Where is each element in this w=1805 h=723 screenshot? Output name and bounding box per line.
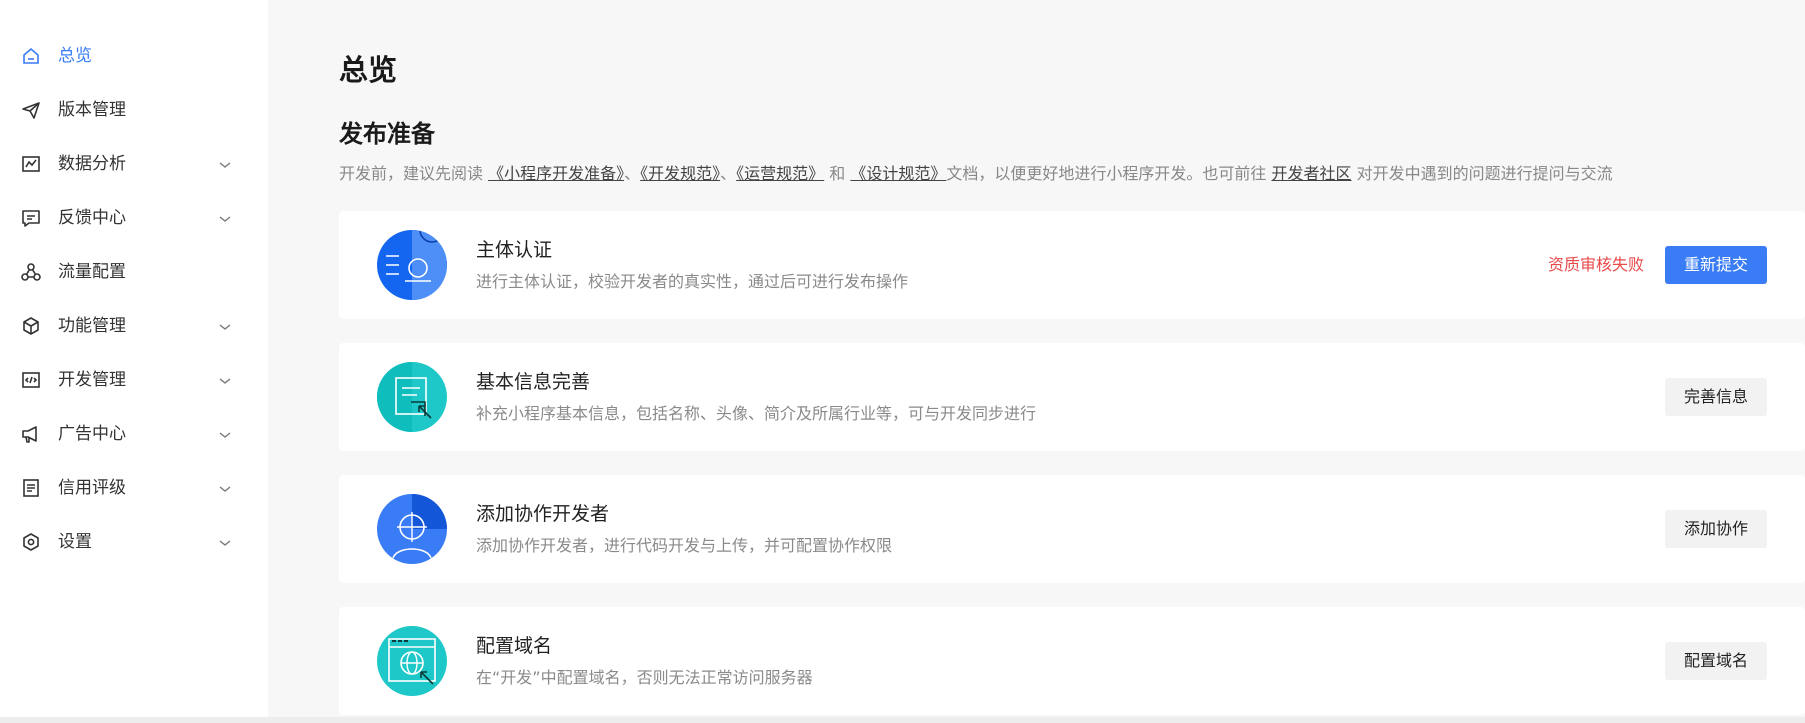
card-description: 进行主体认证，校验开发者的真实性，通过后可进行发布操作	[476, 272, 909, 291]
sidebar-item-label: 广告中心	[58, 424, 126, 444]
sidebar-item-label: 数据分析	[58, 154, 126, 174]
card-title: 配置域名	[476, 635, 553, 657]
card-title: 主体认证	[476, 239, 553, 261]
intro-text-segment: 、	[624, 164, 641, 183]
status-badge: 资质审核失败	[1547, 255, 1644, 274]
card-title: 添加协作开发者	[476, 503, 610, 525]
chevron-down-icon[interactable]	[218, 481, 232, 495]
megaphone-icon	[20, 423, 42, 445]
card-entity-verification: 主体认证 进行主体认证，校验开发者的真实性，通过后可进行发布操作 资质审核失败 …	[339, 211, 1805, 319]
app-root: 总览 版本管理 数据分析 反馈中心 流量配置 功能管理 开发管理 广告中心 信用…	[0, 0, 1805, 723]
cube-icon	[20, 315, 42, 337]
chevron-down-icon[interactable]	[218, 373, 232, 387]
sidebar-item-label: 总览	[58, 46, 92, 66]
home-icon	[20, 45, 42, 67]
sidebar-item-feedback-center[interactable]: 反馈中心	[0, 196, 268, 240]
code-icon	[20, 369, 42, 391]
intro-text-segment: 开发前，建议先阅读	[339, 164, 489, 183]
card-add-collaborator: 添加协作开发者 添加协作开发者，进行代码开发与上传，并可配置协作权限 添加协作	[339, 475, 1805, 583]
card-description: 补充小程序基本信息，包括名称、头像、简介及所属行业等，可与开发同步进行	[476, 404, 1037, 423]
link-operation-spec[interactable]: 《运营规范》	[736, 164, 824, 183]
section-title: 发布准备	[339, 120, 435, 148]
sidebar-item-label: 流量配置	[58, 262, 126, 282]
nodes-icon	[20, 261, 42, 283]
sidebar-item-traffic-config[interactable]: 流量配置	[0, 250, 268, 294]
complete-info-button[interactable]: 完善信息	[1664, 378, 1767, 416]
sidebar-item-label: 反馈中心	[58, 208, 126, 228]
sidebar-item-ad-center[interactable]: 广告中心	[0, 412, 268, 456]
chevron-down-icon[interactable]	[218, 157, 232, 171]
main-content: 总览 发布准备 开发前，建议先阅读 《小程序开发准备》、《开发规范》、《运营规范…	[268, 0, 1805, 723]
chart-icon	[20, 153, 42, 175]
intro-text-segment: 文档，以便更好地进行小程序开发。也可前往	[946, 164, 1272, 183]
sidebar-item-feature-management[interactable]: 功能管理	[0, 304, 268, 348]
link-design-spec[interactable]: 《设计规范》	[850, 164, 946, 183]
chevron-down-icon[interactable]	[218, 535, 232, 549]
sidebar-item-label: 开发管理	[58, 370, 126, 390]
intro-text: 开发前，建议先阅读 《小程序开发准备》、《开发规范》、《运营规范》 和 《设计规…	[339, 163, 1613, 185]
sidebar: 总览 版本管理 数据分析 反馈中心 流量配置 功能管理 开发管理 广告中心 信用…	[0, 0, 268, 723]
chevron-down-icon[interactable]	[218, 427, 232, 441]
intro-text-segment: 和	[824, 164, 851, 183]
list-icon	[20, 477, 42, 499]
sidebar-item-version-management[interactable]: 版本管理	[0, 88, 268, 132]
add-collaborator-button[interactable]: 添加协作	[1664, 510, 1767, 548]
send-icon	[20, 99, 42, 121]
sidebar-item-dev-management[interactable]: 开发管理	[0, 358, 268, 402]
sidebar-item-label: 版本管理	[58, 100, 126, 120]
sidebar-item-credit-rating[interactable]: 信用评级	[0, 466, 268, 510]
intro-text-segment: 对开发中遇到的问题进行提问与交流	[1351, 164, 1613, 183]
globe-window-icon	[377, 626, 447, 696]
sidebar-item-settings[interactable]: 设置	[0, 520, 268, 564]
settings-icon	[20, 531, 42, 553]
sidebar-item-label: 功能管理	[58, 316, 126, 336]
link-developer-community[interactable]: 开发者社区	[1271, 164, 1351, 183]
sidebar-item-label: 设置	[58, 532, 92, 552]
page-title: 总览	[339, 53, 398, 87]
message-icon	[20, 207, 42, 229]
card-configure-domain: 配置域名 在“开发”中配置域名，否则无法正常访问服务器 配置域名	[339, 607, 1805, 715]
sidebar-item-label: 信用评级	[58, 478, 126, 498]
sidebar-item-overview[interactable]: 总览	[0, 34, 268, 78]
document-edit-icon	[377, 362, 447, 432]
card-description: 添加协作开发者，进行代码开发与上传，并可配置协作权限	[476, 536, 893, 555]
link-mini-program-dev-prep[interactable]: 《小程序开发准备》	[488, 164, 624, 183]
card-title: 基本信息完善	[476, 371, 591, 393]
sidebar-item-data-analysis[interactable]: 数据分析	[0, 142, 268, 186]
resubmit-button[interactable]: 重新提交	[1664, 246, 1767, 284]
user-add-icon	[377, 494, 447, 564]
link-dev-spec[interactable]: 《开发规范》	[640, 164, 720, 183]
horizontal-scrollbar[interactable]	[0, 717, 1805, 723]
configure-domain-button[interactable]: 配置域名	[1664, 642, 1767, 680]
card-basic-info: 基本信息完善 补充小程序基本信息，包括名称、头像、简介及所属行业等，可与开发同步…	[339, 343, 1805, 451]
intro-text-segment: 、	[720, 164, 737, 183]
chevron-down-icon[interactable]	[218, 211, 232, 225]
id-card-icon	[377, 230, 447, 300]
card-description: 在“开发”中配置域名，否则无法正常访问服务器	[476, 668, 813, 687]
chevron-down-icon[interactable]	[218, 319, 232, 333]
